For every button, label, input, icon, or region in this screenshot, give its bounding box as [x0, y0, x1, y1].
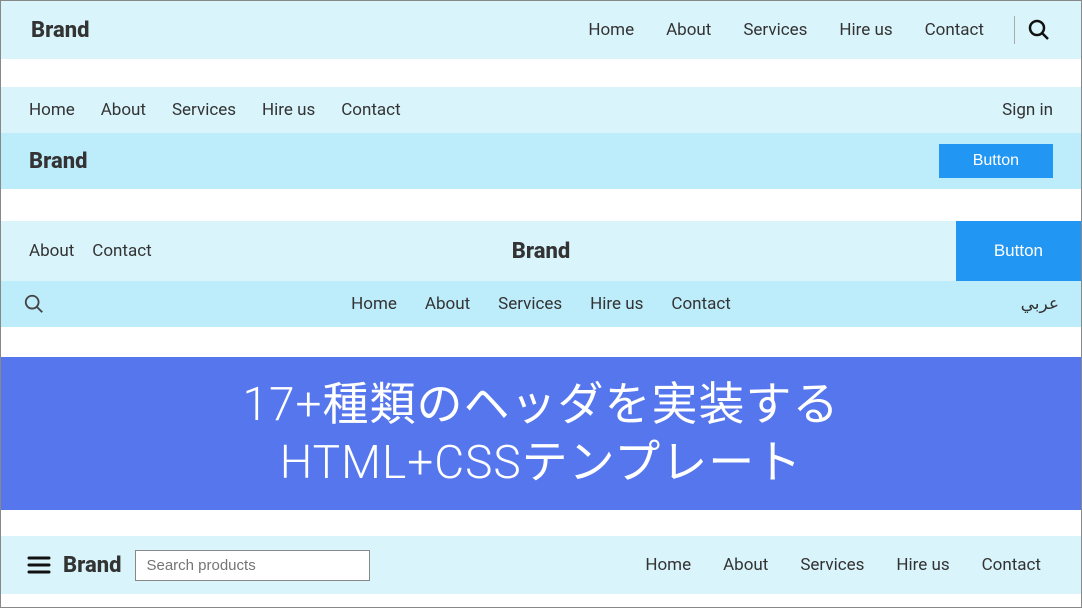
header-3-bottom: Home About Services Hire us Contact عربي [1, 281, 1081, 327]
hero-banner: 17+種類のヘッダを実装する HTML+CSSテンプレート [1, 357, 1081, 510]
header-2-bottom: Brand Button [1, 133, 1081, 189]
header3-nav: Home About Services Hire us Contact [1, 294, 1081, 314]
header1-nav: Home About Services Hire us Contact [574, 20, 998, 40]
cta-button[interactable]: Button [939, 144, 1053, 178]
nav-contact[interactable]: Contact [671, 294, 730, 314]
header4-nav: Home About Services Hire us Contact [631, 555, 1055, 575]
nav-about[interactable]: About [29, 241, 74, 261]
hamburger-icon[interactable] [27, 555, 51, 575]
nav-services[interactable]: Services [743, 20, 807, 40]
nav-home[interactable]: Home [351, 294, 397, 314]
cta-button[interactable]: Button [956, 221, 1081, 281]
nav-hireus[interactable]: Hire us [262, 100, 315, 120]
nav-contact[interactable]: Contact [982, 555, 1041, 575]
nav-about[interactable]: About [723, 555, 768, 575]
search-input[interactable] [135, 550, 370, 581]
divider [1014, 16, 1015, 44]
nav-about[interactable]: About [101, 100, 146, 120]
nav-about[interactable]: About [425, 294, 470, 314]
nav-contact[interactable]: Contact [925, 20, 984, 40]
sign-in-link[interactable]: Sign in [1002, 100, 1053, 120]
brand-logo[interactable]: Brand [63, 553, 121, 578]
nav-hireus[interactable]: Hire us [839, 20, 892, 40]
brand-logo: Brand [1, 239, 1081, 264]
nav-home[interactable]: Home [588, 20, 634, 40]
nav-hireus[interactable]: Hire us [590, 294, 643, 314]
brand-logo[interactable]: Brand [31, 18, 89, 43]
header2-nav: Home About Services Hire us Contact [29, 100, 423, 120]
nav-services[interactable]: Services [172, 100, 236, 120]
header-1: Brand Home About Services Hire us Contac… [1, 1, 1081, 59]
hero-line2: HTML+CSSテンプレート [1, 435, 1081, 493]
nav-hireus[interactable]: Hire us [896, 555, 949, 575]
nav-contact[interactable]: Contact [92, 241, 151, 261]
nav-home[interactable]: Home [645, 555, 691, 575]
nav-about[interactable]: About [666, 20, 711, 40]
brand-logo[interactable]: Brand [29, 149, 87, 174]
nav-contact[interactable]: Contact [341, 100, 400, 120]
nav-home[interactable]: Home [29, 100, 75, 120]
header-4: Brand Home About Services Hire us Contac… [1, 536, 1081, 594]
nav-services[interactable]: Services [498, 294, 562, 314]
header-2-top: Home About Services Hire us Contact Sign… [1, 87, 1081, 133]
hero-line1: 17+種類のヘッダを実装する [1, 377, 1081, 435]
header-3-top: About Contact Brand Button [1, 221, 1081, 281]
nav-services[interactable]: Services [800, 555, 864, 575]
search-icon[interactable] [1027, 18, 1051, 42]
